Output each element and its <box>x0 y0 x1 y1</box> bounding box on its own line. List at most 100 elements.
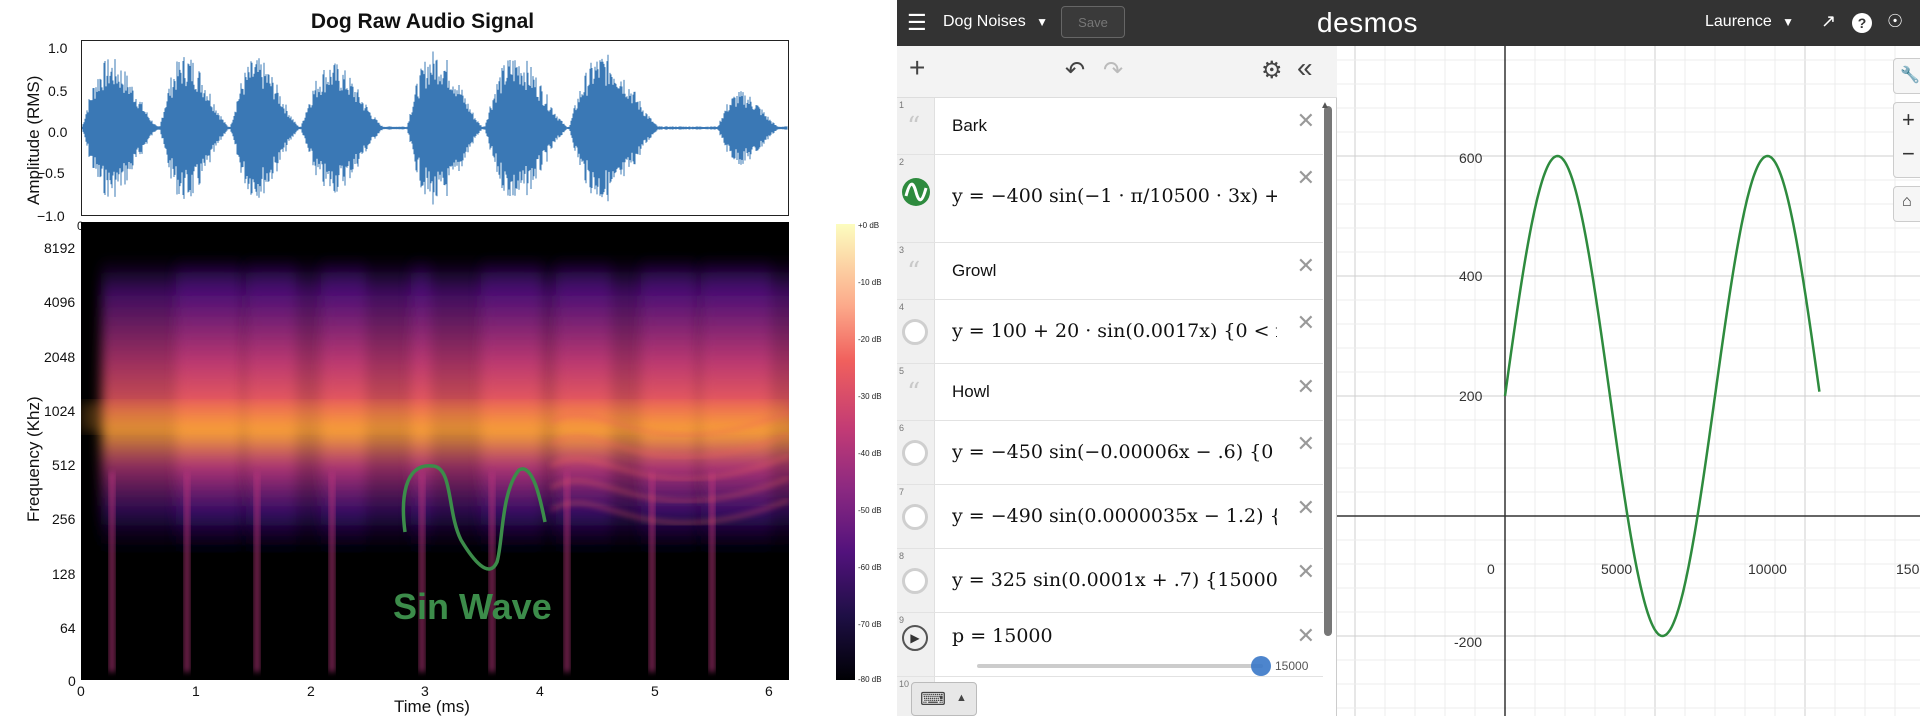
close-icon[interactable]: ✕ <box>1297 108 1315 134</box>
expression-row[interactable]: 1 “ Bark ✕ <box>897 98 1323 155</box>
spectrogram-streak <box>184 472 190 672</box>
undo-icon[interactable]: ↶ <box>1065 56 1085 85</box>
close-icon[interactable]: ✕ <box>1297 559 1315 585</box>
close-icon[interactable]: ✕ <box>1297 623 1315 649</box>
spectrogram-ylabel: Frequency (Khz) <box>24 396 43 522</box>
spectrogram-ytick: 128 <box>52 566 76 582</box>
spectrogram-streak <box>329 472 335 672</box>
expression-row[interactable]: 3 “ Growl ✕ <box>897 243 1323 300</box>
hamburger-icon[interactable]: ☰ <box>907 10 931 36</box>
spectrogram-streak <box>109 472 115 672</box>
spectrogram-ytick: 4096 <box>44 294 76 310</box>
colorbar-tick: -10 dB <box>858 278 882 287</box>
hidden-graph-icon[interactable] <box>902 568 928 594</box>
spectrogram-ytick: 256 <box>52 511 76 527</box>
home-icon[interactable]: ⌂ <box>1893 186 1920 222</box>
expression-text[interactable]: y = 100 + 20 · sin(0.0017x) {0 < x < 1 <box>952 320 1277 342</box>
close-icon[interactable]: ✕ <box>1297 165 1315 191</box>
close-icon[interactable]: ✕ <box>1297 374 1315 400</box>
scroll-up-icon[interactable]: ▲ <box>1320 100 1330 111</box>
expression-gutter: 7 <box>897 485 935 548</box>
graph-title-dropdown[interactable]: Dog Noises ▼ <box>943 13 1048 31</box>
expression-text[interactable]: p = 15000 <box>952 625 1277 647</box>
wave-icon[interactable] <box>901 177 931 207</box>
colorbar-tick: -40 dB <box>858 449 882 458</box>
figure-title: Dog Raw Audio Signal <box>310 10 535 33</box>
expression-gutter: 4 <box>897 300 935 363</box>
spectrogram-xtick: 2 <box>307 683 315 699</box>
y-tick-label: 200 <box>1459 388 1483 404</box>
caret-down-icon: ▼ <box>1782 15 1795 29</box>
close-icon[interactable]: ✕ <box>1297 495 1315 521</box>
expression-panel: + ↶ ↷ ⚙ « 1 “ Bark ✕ 2 y = −400 sin(−1 ·… <box>897 46 1337 716</box>
spectrogram-streak <box>649 472 655 672</box>
spectrogram-streak <box>489 472 495 672</box>
user-menu[interactable]: Laurence ▼ <box>1705 13 1794 31</box>
expression-row[interactable]: 5 “ Howl ✕ <box>897 364 1323 421</box>
close-icon[interactable]: ✕ <box>1297 431 1315 457</box>
colorbar-tick: -50 dB <box>858 506 882 515</box>
slider-handle[interactable] <box>1251 656 1271 676</box>
spectrogram-band <box>81 402 789 432</box>
add-expression-icon[interactable]: + <box>909 52 925 84</box>
expression-row[interactable]: 7 y = −490 sin(0.0000035x − 1.2) {p < ✕ <box>897 485 1323 549</box>
y-tick-label: -200 <box>1454 634 1483 650</box>
save-button[interactable]: Save <box>1061 6 1125 38</box>
note-text[interactable]: Growl <box>952 261 1277 281</box>
expression-text[interactable]: y = 325 sin(0.0001x + .7) {150000 − <box>952 569 1277 591</box>
spectrogram-ytick: 1024 <box>44 403 76 419</box>
note-icon: “ <box>907 257 921 287</box>
colorbar-tick: -80 dB <box>858 675 882 684</box>
collapse-panel-icon[interactable]: « <box>1297 52 1313 84</box>
hidden-graph-icon[interactable] <box>902 319 928 345</box>
scrollbar[interactable] <box>1324 106 1332 636</box>
expression-row[interactable]: 2 y = −400 sin(−1 · π/10500 · 3x) + 200 … <box>897 155 1323 243</box>
expression-text[interactable]: y = −490 sin(0.0000035x − 1.2) {p < <box>952 505 1277 527</box>
waveform-plot <box>81 40 789 216</box>
expression-number: 3 <box>899 245 905 255</box>
note-text[interactable]: Howl <box>952 382 1277 402</box>
expression-row[interactable]: 8 y = 325 sin(0.0001x + .7) {150000 − ✕ <box>897 549 1323 613</box>
wrench-icon[interactable]: 🔧 <box>1893 58 1920 94</box>
top-bar: ☰ Dog Noises ▼ Save desmos Laurence ▼ ↗ … <box>897 0 1920 46</box>
share-icon[interactable]: ↗ <box>1821 11 1836 32</box>
expression-row[interactable]: 6 y = −450 sin(−0.00006x − .6) {0 < x ✕ <box>897 421 1323 485</box>
slider-track[interactable] <box>977 664 1263 668</box>
zoom-in-icon[interactable]: + <box>1902 107 1915 133</box>
x-tick-label: 0 <box>1487 561 1495 577</box>
hidden-graph-icon[interactable] <box>902 440 928 466</box>
expression-number: 6 <box>899 423 905 433</box>
play-icon[interactable]: ▶ <box>902 625 928 651</box>
waveform-ytick: 0.5 <box>48 83 68 99</box>
hidden-graph-icon[interactable] <box>902 504 928 530</box>
globe-icon[interactable]: ☉ <box>1887 11 1903 32</box>
waveform-trace <box>81 51 788 205</box>
note-text[interactable]: Bark <box>952 116 1277 136</box>
colorbar-tick: +0 dB <box>858 221 880 230</box>
waveform-svg <box>81 51 788 205</box>
spectrogram-ytick: 0 <box>68 673 76 689</box>
redo-icon[interactable]: ↷ <box>1103 56 1123 85</box>
keyboard-icon: ⌨ <box>920 689 946 709</box>
note-icon: “ <box>907 378 921 408</box>
expression-text[interactable]: y = −400 sin(−1 · π/10500 · 3x) + 200 <box>952 185 1277 207</box>
gear-icon[interactable]: ⚙ <box>1261 56 1283 85</box>
desmos-app: ☰ Dog Noises ▼ Save desmos Laurence ▼ ↗ … <box>897 0 1920 716</box>
x-tick-label: 5000 <box>1601 561 1633 577</box>
expression-row[interactable]: 9 ▶ p = 15000 15000 ✕ <box>897 613 1323 677</box>
keyboard-toggle[interactable]: ⌨ ▲ <box>911 682 977 716</box>
expression-text[interactable]: y = −450 sin(−0.00006x − .6) {0 < x <box>952 441 1277 463</box>
close-icon[interactable]: ✕ <box>1297 253 1315 279</box>
spectrogram-xtick: 6 <box>765 683 773 699</box>
colorbar-tick: -70 dB <box>858 620 882 629</box>
expression-row[interactable]: 4 y = 100 + 20 · sin(0.0017x) {0 < x < 1… <box>897 300 1323 364</box>
graph-paper[interactable]: 🔧 + − ⌂ 0 5000 10000 15000 600 400 200 -… <box>1337 46 1920 716</box>
expression-number: 4 <box>899 302 905 312</box>
spectrogram-xtick: 1 <box>192 683 200 699</box>
expression-gutter: 2 <box>897 155 935 242</box>
zoom-out-icon[interactable]: − <box>1902 141 1915 167</box>
expression-gutter: 1 “ <box>897 98 935 154</box>
spectrogram-ytick: 64 <box>60 620 76 636</box>
close-icon[interactable]: ✕ <box>1297 310 1315 336</box>
help-icon[interactable]: ? <box>1852 13 1872 33</box>
